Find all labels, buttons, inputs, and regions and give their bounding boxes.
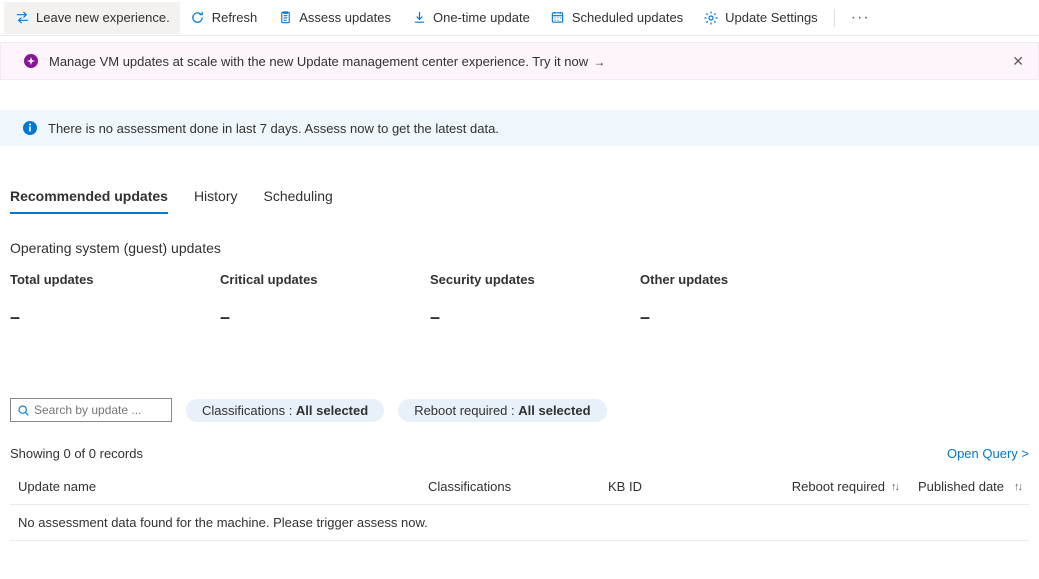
leave-experience-button[interactable]: Leave new experience. [4,2,180,34]
download-icon [411,10,427,26]
empty-state: No assessment data found for the machine… [10,505,1029,541]
info-banner: There is no assessment done in last 7 da… [0,110,1039,146]
tab-history[interactable]: History [194,182,238,214]
sort-icon: ↑↓ [1014,481,1021,493]
assess-label: Assess updates [299,10,391,25]
stat-total-value: – [10,307,220,328]
refresh-button[interactable]: Refresh [180,2,268,34]
content-area: Recommended updates History Scheduling O… [0,182,1039,541]
leave-label: Leave new experience. [36,10,170,25]
assess-button[interactable]: Assess updates [267,2,401,34]
info-icon [22,120,38,136]
settings-label: Update Settings [725,10,818,25]
close-icon[interactable]: ✕ [1012,53,1024,70]
refresh-icon [190,10,206,26]
arrow-right-icon: → [590,55,605,69]
scheduled-button[interactable]: Scheduled updates [540,2,693,34]
stat-critical: Critical updates – [220,272,430,328]
onetime-label: One-time update [433,10,530,25]
settings-button[interactable]: Update Settings [693,2,828,34]
filter-reboot[interactable]: Reboot required : All selected [398,399,606,422]
stat-critical-label: Critical updates [220,272,430,287]
stats-row: Total updates – Critical updates – Secur… [10,272,1029,328]
records-row: Showing 0 of 0 records Open Query > [10,446,1029,461]
more-button[interactable]: ··· [841,9,880,27]
toolbar-separator [834,9,835,27]
gear-icon [703,10,719,26]
clipboard-icon [277,10,293,26]
promo-text: Manage VM updates at scale with the new … [49,54,605,69]
stat-other-value: – [640,307,850,328]
th-update-name[interactable]: Update name [18,479,428,494]
info-text: There is no assessment done in last 7 da… [48,121,499,136]
promo-message: Manage VM updates at scale with the new … [49,54,532,69]
promo-banner: Manage VM updates at scale with the new … [0,42,1039,80]
try-it-link[interactable]: Try it now → [532,54,605,69]
stat-critical-value: – [220,307,430,328]
stat-total: Total updates – [10,272,220,328]
toolbar: Leave new experience. Refresh Assess upd… [0,0,1039,36]
calendar-icon [550,10,566,26]
sparkle-icon [23,53,39,69]
refresh-label: Refresh [212,10,258,25]
th-classifications[interactable]: Classifications [428,479,608,494]
stat-security: Security updates – [430,272,640,328]
records-count: Showing 0 of 0 records [10,446,143,461]
stat-other-label: Other updates [640,272,850,287]
stat-security-label: Security updates [430,272,640,287]
search-box[interactable] [10,398,172,422]
th-kb-id[interactable]: KB ID [608,479,748,494]
filter-classifications[interactable]: Classifications : All selected [186,399,384,422]
scheduled-label: Scheduled updates [572,10,683,25]
th-reboot[interactable]: Reboot required ↑↓ [748,479,898,494]
onetime-button[interactable]: One-time update [401,2,540,34]
tab-recommended[interactable]: Recommended updates [10,182,168,214]
th-published[interactable]: Published date ↑↓ [898,479,1021,494]
tabs: Recommended updates History Scheduling [10,182,1029,214]
search-icon [17,403,30,417]
open-query-link[interactable]: Open Query > [947,446,1029,461]
search-input[interactable] [34,403,165,417]
swap-icon [14,10,30,26]
stat-total-label: Total updates [10,272,220,287]
section-title: Operating system (guest) updates [10,240,1029,256]
sort-icon: ↑↓ [891,481,898,493]
table-header: Update name Classifications KB ID Reboot… [10,469,1029,505]
stat-security-value: – [430,307,640,328]
stat-other: Other updates – [640,272,850,328]
tab-scheduling[interactable]: Scheduling [264,182,333,214]
filter-row: Classifications : All selected Reboot re… [10,398,1029,422]
